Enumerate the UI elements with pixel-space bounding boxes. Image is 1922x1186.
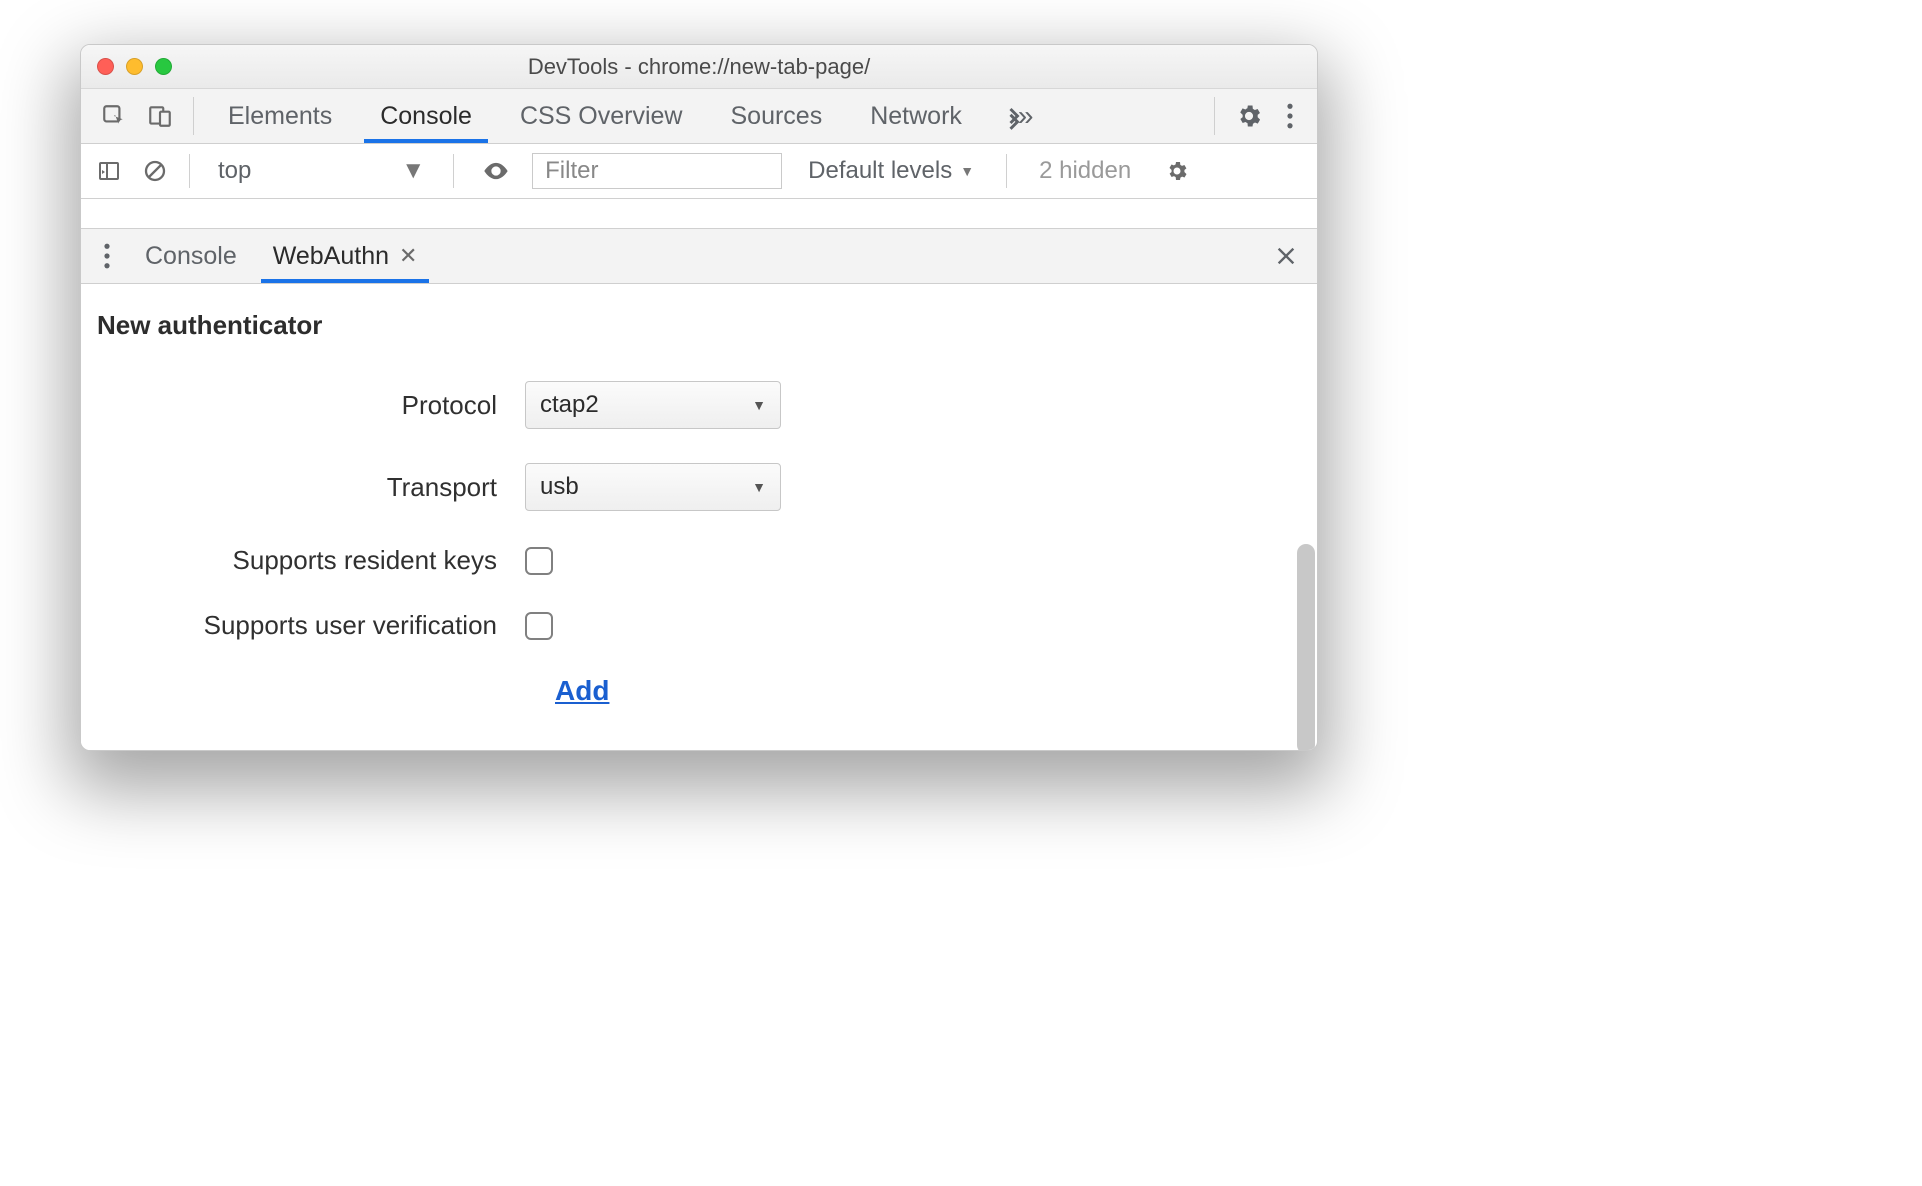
separator: [453, 154, 454, 188]
chevron-down-icon: ▼: [752, 479, 766, 495]
chevron-down-icon: ▼: [960, 163, 974, 179]
add-row: Add: [95, 675, 1317, 707]
transport-label: Transport: [95, 472, 525, 503]
drawer-tab-console[interactable]: Console: [127, 229, 255, 283]
chevron-down-icon: ▼: [752, 397, 766, 413]
context-value: top: [218, 157, 251, 185]
console-output-area: [81, 199, 1317, 229]
drawer-tab-bar: Console WebAuthn ✕: [81, 229, 1317, 284]
live-expression-icon[interactable]: [470, 157, 522, 185]
filter-placeholder: Filter: [545, 157, 598, 185]
user-verification-checkbox[interactable]: [525, 612, 553, 640]
authenticator-form: Protocol ctap2 ▼ Transport usb ▼ Support…: [95, 381, 1317, 707]
filter-input[interactable]: Filter: [532, 153, 782, 189]
protocol-row: Protocol ctap2 ▼: [95, 381, 1317, 429]
log-levels-selector[interactable]: Default levels ▼: [792, 157, 990, 185]
resident-keys-row: Supports resident keys: [95, 545, 1317, 576]
drawer-kebab-menu-icon[interactable]: [87, 229, 127, 283]
close-tab-icon[interactable]: ✕: [399, 243, 417, 269]
separator: [1214, 97, 1215, 135]
resident-keys-checkbox[interactable]: [525, 547, 553, 575]
tab-network[interactable]: Network: [846, 89, 986, 143]
zoom-window-button[interactable]: [155, 58, 172, 75]
section-title: New authenticator: [97, 310, 1317, 341]
chevron-down-icon: ▼: [401, 157, 425, 185]
close-window-button[interactable]: [97, 58, 114, 75]
console-toolbar: top ▼ Filter Default levels ▼ 2 hidden: [81, 144, 1317, 199]
resident-keys-label: Supports resident keys: [95, 545, 525, 576]
devtools-window: DevTools - chrome://new-tab-page/ Elemen…: [80, 44, 1318, 751]
user-verification-label: Supports user verification: [95, 610, 525, 641]
tab-group: Elements Console CSS Overview Sources Ne…: [204, 89, 986, 143]
protocol-label: Protocol: [95, 390, 525, 421]
webauthn-panel: New authenticator Protocol ctap2 ▼ Trans…: [81, 284, 1317, 750]
clear-console-icon[interactable]: [137, 159, 173, 183]
window-title: DevTools - chrome://new-tab-page/: [81, 54, 1317, 80]
tab-sources[interactable]: Sources: [707, 89, 847, 143]
sidebar-toggle-icon[interactable]: [91, 159, 127, 183]
drawer-tab-label: Console: [145, 242, 237, 271]
titlebar: DevTools - chrome://new-tab-page/: [81, 45, 1317, 89]
levels-label: Default levels: [808, 157, 952, 185]
more-tabs-button[interactable]: »: [986, 89, 1048, 143]
tab-css-overview[interactable]: CSS Overview: [496, 89, 707, 143]
tab-console[interactable]: Console: [356, 89, 496, 143]
transport-value: usb: [540, 473, 579, 501]
drawer-tab-webauthn[interactable]: WebAuthn ✕: [255, 229, 436, 283]
separator: [189, 154, 190, 188]
protocol-value: ctap2: [540, 391, 599, 419]
inspect-icon[interactable]: [91, 89, 137, 143]
window-controls: [97, 58, 172, 75]
device-toggle-icon[interactable]: [137, 89, 183, 143]
add-button[interactable]: Add: [555, 675, 609, 707]
separator: [1006, 154, 1007, 188]
scrollbar-thumb[interactable]: [1297, 544, 1315, 750]
transport-row: Transport usb ▼: [95, 463, 1317, 511]
user-verification-row: Supports user verification: [95, 610, 1317, 641]
console-settings-gear-icon[interactable]: [1157, 159, 1197, 183]
tab-elements[interactable]: Elements: [204, 89, 356, 143]
protocol-select[interactable]: ctap2 ▼: [525, 381, 781, 429]
close-drawer-icon[interactable]: [1261, 229, 1311, 283]
transport-select[interactable]: usb ▼: [525, 463, 781, 511]
drawer-tab-label: WebAuthn: [273, 242, 389, 271]
settings-gear-icon[interactable]: [1225, 89, 1273, 143]
devtools-tab-bar: Elements Console CSS Overview Sources Ne…: [81, 89, 1317, 144]
hidden-messages-count[interactable]: 2 hidden: [1023, 157, 1147, 185]
separator: [193, 97, 194, 135]
kebab-menu-icon[interactable]: [1273, 89, 1307, 143]
minimize-window-button[interactable]: [126, 58, 143, 75]
context-selector[interactable]: top ▼: [206, 157, 437, 185]
